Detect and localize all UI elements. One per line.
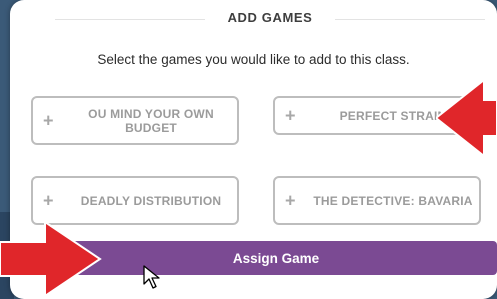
game-card-mind-your-own-budget[interactable]: + OU MIND YOUR OWN BUDGET bbox=[31, 96, 239, 145]
red-arrow-icon bbox=[436, 80, 497, 156]
game-card-deadly-distribution[interactable]: + DEADLY DISTRIBUTION bbox=[31, 176, 239, 225]
mouse-cursor-icon bbox=[143, 265, 160, 289]
assign-game-button[interactable]: Assign Game bbox=[55, 241, 497, 275]
plus-icon: + bbox=[285, 105, 296, 125]
header-divider-right bbox=[335, 19, 485, 20]
red-arrow-icon bbox=[0, 220, 102, 298]
plus-icon: + bbox=[43, 110, 54, 130]
plus-icon: + bbox=[43, 190, 54, 210]
game-card-label: OU MIND YOUR OWN BUDGET bbox=[88, 106, 214, 135]
header-divider-left bbox=[55, 19, 205, 20]
game-card-label: DEADLY DISTRIBUTION bbox=[80, 193, 222, 208]
dialog-title: ADD GAMES bbox=[227, 10, 313, 25]
game-card-the-detective-bavaria[interactable]: + THE DETECTIVE: BAVARIA bbox=[273, 176, 481, 225]
game-card-label: THE DETECTIVE: BAVARIA bbox=[313, 193, 473, 208]
assign-game-label: Assign Game bbox=[232, 250, 320, 266]
dialog-instructions: Select the games you would like to add t… bbox=[97, 52, 410, 67]
plus-icon: + bbox=[285, 190, 296, 210]
dialog-header: ADD GAMES bbox=[10, 9, 497, 29]
